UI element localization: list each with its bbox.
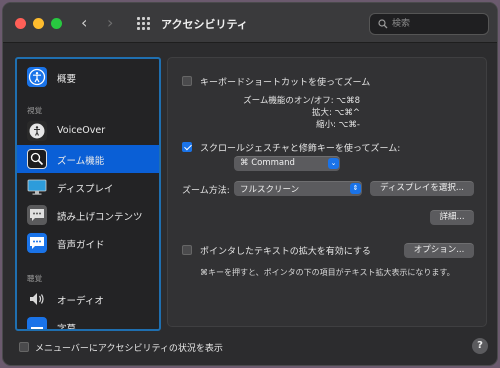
voiceover-icon (27, 121, 47, 141)
shortcut-zoom-in: 拡大: ⌥⌘^ (312, 108, 360, 118)
audio-icon (27, 289, 47, 309)
sidebar-item-spoken-content[interactable]: 読み上げコンテンツ (17, 201, 159, 229)
sidebar-item-descriptions[interactable]: 音声ガイド (17, 229, 159, 257)
accessibility-icon (27, 67, 47, 87)
hover-text-hint: ⌘キーを押すと、ポインタの下の項目がテキスト拡大表示になります。 (200, 268, 455, 277)
search-field[interactable] (369, 13, 489, 35)
sidebar-item-voiceover[interactable]: VoiceOver (17, 117, 159, 145)
zoom-style-value: フルスクリーン (240, 185, 300, 195)
chevron-updown-icon: ⇕ (350, 183, 361, 194)
title-bar: ‹ › アクセシビリティ (3, 3, 497, 43)
sidebar: 概要 視覚 VoiceOver ズーム機能 ディスプレイ 読み上げコンテンツ 音… (15, 57, 161, 331)
keyboard-shortcuts-checkbox[interactable] (182, 76, 192, 86)
display-icon (27, 177, 47, 197)
sidebar-item-label: VoiceOver (57, 125, 106, 136)
sidebar-item-zoom[interactable]: ズーム機能 (17, 145, 159, 173)
show-all-grid-icon[interactable] (137, 17, 151, 30)
chevron-down-icon: ⌄ (328, 158, 339, 169)
captions-icon (27, 317, 47, 329)
zoom-icon (27, 149, 47, 169)
sidebar-item-label: ディスプレイ (57, 184, 114, 195)
sidebar-item-label: 読み上げコンテンツ (57, 212, 143, 223)
sidebar-item-label: ズーム機能 (57, 156, 105, 167)
window-title: アクセシビリティ (161, 18, 248, 31)
minimize-window-button[interactable] (33, 18, 44, 29)
sidebar-item-overview[interactable]: 概要 (17, 63, 159, 91)
show-in-menubar-label: メニューバーにアクセシビリティの状況を表示 (35, 344, 223, 354)
keyboard-shortcuts-label: キーボードショートカットを使ってズーム (200, 78, 371, 88)
modifier-key-popup[interactable]: ⌘ Command ⌄ (234, 156, 340, 171)
spoken-content-icon (27, 205, 47, 225)
hover-text-checkbox[interactable] (182, 245, 192, 255)
sidebar-item-label: 音声ガイド (57, 240, 105, 251)
show-in-menubar-checkbox[interactable] (19, 342, 29, 352)
section-header-hearing: 聴覚 (27, 274, 42, 283)
descriptions-icon (27, 233, 47, 253)
forward-button[interactable]: › (107, 14, 113, 32)
section-header-vision: 視覚 (27, 106, 42, 115)
search-input[interactable] (392, 16, 484, 32)
shortcut-zoom-out: 縮小: ⌥⌘- (316, 120, 360, 130)
sidebar-item-label: オーディオ (57, 296, 104, 307)
sidebar-item-label: 概要 (57, 74, 77, 85)
preferences-window: ‹ › アクセシビリティ 概要 (2, 2, 498, 366)
help-button[interactable]: ? (472, 338, 488, 354)
close-window-button[interactable] (15, 18, 26, 29)
zoom-settings-panel: キーボードショートカットを使ってズーム ズーム機能のオン/オフ: ⌥⌘8 拡大:… (167, 57, 487, 327)
sidebar-item-display[interactable]: ディスプレイ (17, 173, 159, 201)
sidebar-item-audio[interactable]: オーディオ (17, 285, 159, 313)
sidebar-item-label: 字幕 (57, 324, 77, 331)
details-button[interactable]: 詳細... (430, 210, 474, 225)
scroll-gesture-checkbox[interactable] (182, 142, 192, 152)
zoom-window-button[interactable] (51, 18, 62, 29)
zoom-style-label: ズーム方法: (182, 186, 230, 196)
hover-text-options-button[interactable]: オプション... (404, 243, 474, 258)
sidebar-item-captions[interactable]: 字幕 (17, 313, 159, 331)
zoom-style-popup[interactable]: フルスクリーン ⇕ (234, 181, 362, 196)
scroll-gesture-label: スクロールジェスチャと修飾キーを使ってズーム: (200, 144, 401, 154)
select-display-button[interactable]: ディスプレイを選択... (370, 181, 474, 196)
back-button[interactable]: ‹ (81, 14, 87, 32)
hover-text-label: ポインタしたテキストの拡大を有効にする (200, 247, 371, 257)
shortcut-toggle-zoom: ズーム機能のオン/オフ: ⌥⌘8 (243, 96, 360, 106)
modifier-key-value: ⌘ Command (240, 158, 295, 168)
search-icon (378, 19, 388, 29)
